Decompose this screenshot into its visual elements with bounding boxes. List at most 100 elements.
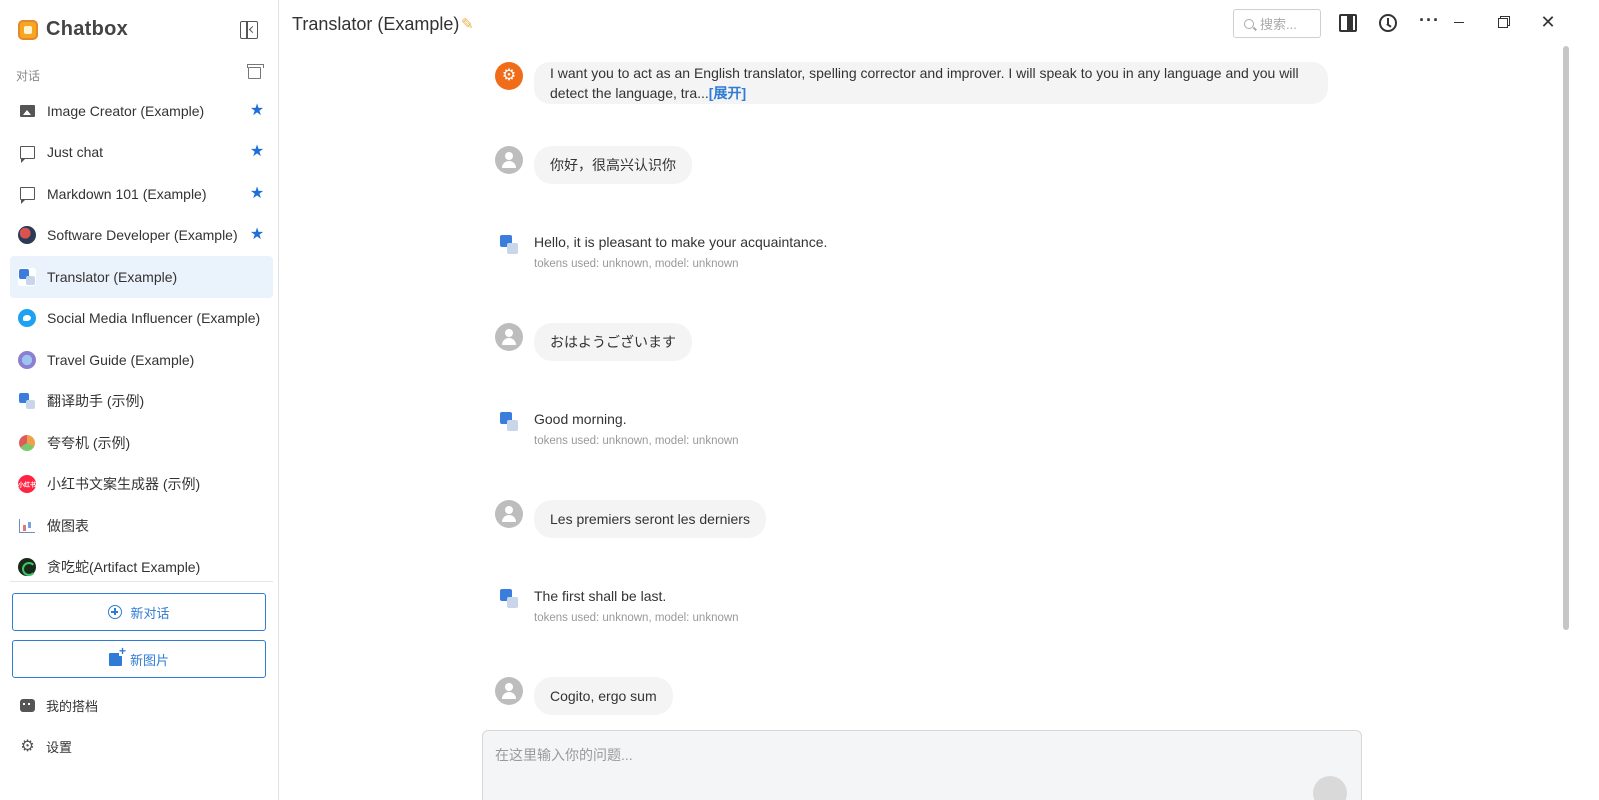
sidebar-item-label: 翻译助手 (示例) bbox=[47, 393, 145, 410]
message-meta: tokens used: unknown, model: unknown bbox=[534, 435, 739, 447]
chatbox-logo-icon bbox=[18, 19, 38, 40]
close-window-button[interactable]: ✕ bbox=[1538, 12, 1558, 32]
user-avatar-icon bbox=[495, 146, 523, 174]
history-icon[interactable] bbox=[1379, 14, 1397, 32]
message-body: Good morning. tokens used: unknown, mode… bbox=[534, 408, 739, 447]
chat-icon bbox=[18, 185, 36, 205]
star-icon[interactable]: ★ bbox=[249, 102, 265, 119]
conversation-list: Image Creator (Example) ★ Just chat ★ Ma… bbox=[10, 90, 273, 588]
sidebar-item-label: Software Developer (Example) bbox=[47, 227, 238, 244]
new-chat-label: 新对话 bbox=[130, 605, 170, 621]
message-bubble: 你好，很高兴认识你 bbox=[534, 146, 692, 184]
sidebar-item-translation-assistant[interactable]: 翻译助手 (示例) bbox=[10, 381, 273, 423]
message-meta: tokens used: unknown, model: unknown bbox=[534, 258, 739, 270]
star-icon[interactable]: ★ bbox=[249, 185, 265, 202]
search-placeholder: 搜索... bbox=[1260, 17, 1297, 32]
sidebar-item-label: Image Creator (Example) bbox=[47, 102, 205, 119]
message-assistant: Hello, it is pleasant to make your acqua… bbox=[495, 231, 827, 270]
message-text: Hello, it is pleasant to make your acqua… bbox=[534, 234, 828, 250]
settings-avatar-icon: ⚙ bbox=[495, 62, 523, 90]
message-body: Hello, it is pleasant to make your acqua… bbox=[534, 231, 827, 270]
sidebar-item-label: 夸夸机 (示例) bbox=[47, 434, 131, 451]
my-partner-link[interactable]: 我的搭档 bbox=[20, 696, 98, 715]
header: Translator (Example) ✎ 搜索... ··· ✕ bbox=[280, 0, 1599, 46]
sidebar-item-software-developer[interactable]: Software Developer (Example) ★ bbox=[10, 215, 273, 257]
archive-icon[interactable] bbox=[247, 64, 264, 79]
sidebar-item-label: 小红书文案生成器 (示例) bbox=[47, 476, 201, 493]
message-body: The first shall be last. tokens used: un… bbox=[534, 585, 739, 624]
sidebar-divider bbox=[10, 581, 273, 582]
sidebar-item-label: 做图表 bbox=[47, 517, 89, 534]
settings-label: 设置 bbox=[46, 740, 73, 755]
sidebar-item-xiaohongshu[interactable]: 小红书 小红书文案生成器 (示例) bbox=[10, 464, 273, 506]
translate-icon bbox=[18, 267, 36, 286]
add-circle-icon bbox=[108, 605, 123, 619]
image-icon bbox=[18, 102, 36, 120]
message-user: 你好，很高兴认识你 bbox=[495, 146, 692, 184]
sidebar-item-travel-guide[interactable]: Travel Guide (Example) bbox=[10, 339, 273, 381]
expand-link[interactable]: [展开] bbox=[709, 85, 746, 101]
sidebar-item-label: Travel Guide (Example) bbox=[47, 351, 195, 368]
chart-icon bbox=[18, 517, 36, 535]
sidebar-item-translator[interactable]: Translator (Example) bbox=[10, 256, 273, 298]
brand: Chatbox bbox=[18, 18, 128, 41]
sidebar-item-praise-bot[interactable]: 夸夸机 (示例) bbox=[10, 422, 273, 464]
message-bubble: I want you to act as an English translat… bbox=[534, 62, 1328, 104]
developer-avatar-icon bbox=[18, 226, 36, 245]
translate-avatar-icon bbox=[495, 585, 523, 613]
gear-icon: ⚙ bbox=[20, 738, 35, 755]
composer bbox=[482, 730, 1362, 800]
user-avatar-icon bbox=[495, 323, 523, 351]
translate-avatar-icon bbox=[495, 408, 523, 436]
message-bubble: おはようございます bbox=[534, 323, 692, 361]
collapse-sidebar-icon[interactable] bbox=[240, 21, 258, 39]
message-input[interactable] bbox=[495, 743, 1335, 767]
sidebar-item-label: Social Media Influencer (Example) bbox=[47, 310, 261, 327]
search-input[interactable]: 搜索... bbox=[1233, 9, 1321, 38]
sidebar-item-just-chat[interactable]: Just chat ★ bbox=[10, 132, 273, 174]
user-avatar-icon bbox=[495, 500, 523, 528]
robot-icon bbox=[20, 699, 35, 712]
sidebar-item-social-media[interactable]: Social Media Influencer (Example) bbox=[10, 298, 273, 340]
message-list: ⚙ I want you to act as an English transl… bbox=[280, 46, 1570, 726]
message-assistant: The first shall be last. tokens used: un… bbox=[495, 585, 739, 624]
scrollbar[interactable] bbox=[1563, 46, 1569, 630]
message-user: Les premiers seront les derniers bbox=[495, 500, 766, 538]
sidebar-item-label: 贪吃蛇(Artifact Example) bbox=[47, 559, 201, 576]
sidebar-item-label: Just chat bbox=[47, 144, 104, 161]
message-text: Good morning. bbox=[534, 411, 627, 427]
message-text: The first shall be last. bbox=[534, 588, 667, 604]
new-image-button[interactable]: 新图片 bbox=[12, 640, 266, 678]
sidebar-item-label: Translator (Example) bbox=[47, 268, 178, 285]
chat-icon bbox=[18, 143, 36, 163]
user-avatar-icon bbox=[495, 677, 523, 705]
new-image-label: 新图片 bbox=[129, 652, 169, 668]
star-icon[interactable]: ★ bbox=[249, 227, 265, 243]
split-view-icon[interactable] bbox=[1339, 14, 1357, 32]
search-icon bbox=[1244, 18, 1254, 29]
message-meta: tokens used: unknown, model: unknown bbox=[534, 612, 739, 624]
app-title: Chatbox bbox=[46, 18, 129, 40]
sidebar: Chatbox 对话 Image Creator (Example) ★ Jus… bbox=[0, 0, 279, 800]
section-label: 对话 bbox=[16, 69, 41, 83]
message-user: Cogito, ergo sum bbox=[495, 677, 673, 715]
message-system: ⚙ I want you to act as an English transl… bbox=[495, 62, 1328, 104]
travel-avatar-icon bbox=[18, 350, 36, 369]
send-button[interactable] bbox=[1313, 776, 1347, 800]
my-partner-label: 我的搭档 bbox=[46, 699, 99, 714]
sidebar-item-make-chart[interactable]: 做图表 bbox=[10, 505, 273, 547]
sidebar-item-image-creator[interactable]: Image Creator (Example) ★ bbox=[10, 90, 273, 132]
conversation-title: Translator (Example) bbox=[292, 14, 460, 34]
more-options-icon[interactable]: ··· bbox=[1419, 11, 1439, 32]
praise-avatar-icon bbox=[18, 434, 36, 452]
sidebar-item-markdown[interactable]: Markdown 101 (Example) ★ bbox=[10, 173, 273, 215]
restore-window-button[interactable] bbox=[1494, 12, 1514, 32]
message-user: おはようございます bbox=[495, 323, 692, 361]
settings-link[interactable]: ⚙ 设置 bbox=[20, 737, 72, 756]
pencil-icon[interactable]: ✎ bbox=[461, 15, 474, 33]
new-chat-button[interactable]: 新对话 bbox=[12, 593, 266, 631]
xiaohongshu-icon: 小红书 bbox=[18, 475, 36, 494]
star-icon[interactable]: ★ bbox=[249, 144, 265, 160]
minimize-window-button[interactable] bbox=[1449, 12, 1469, 32]
translate-icon bbox=[18, 392, 36, 411]
